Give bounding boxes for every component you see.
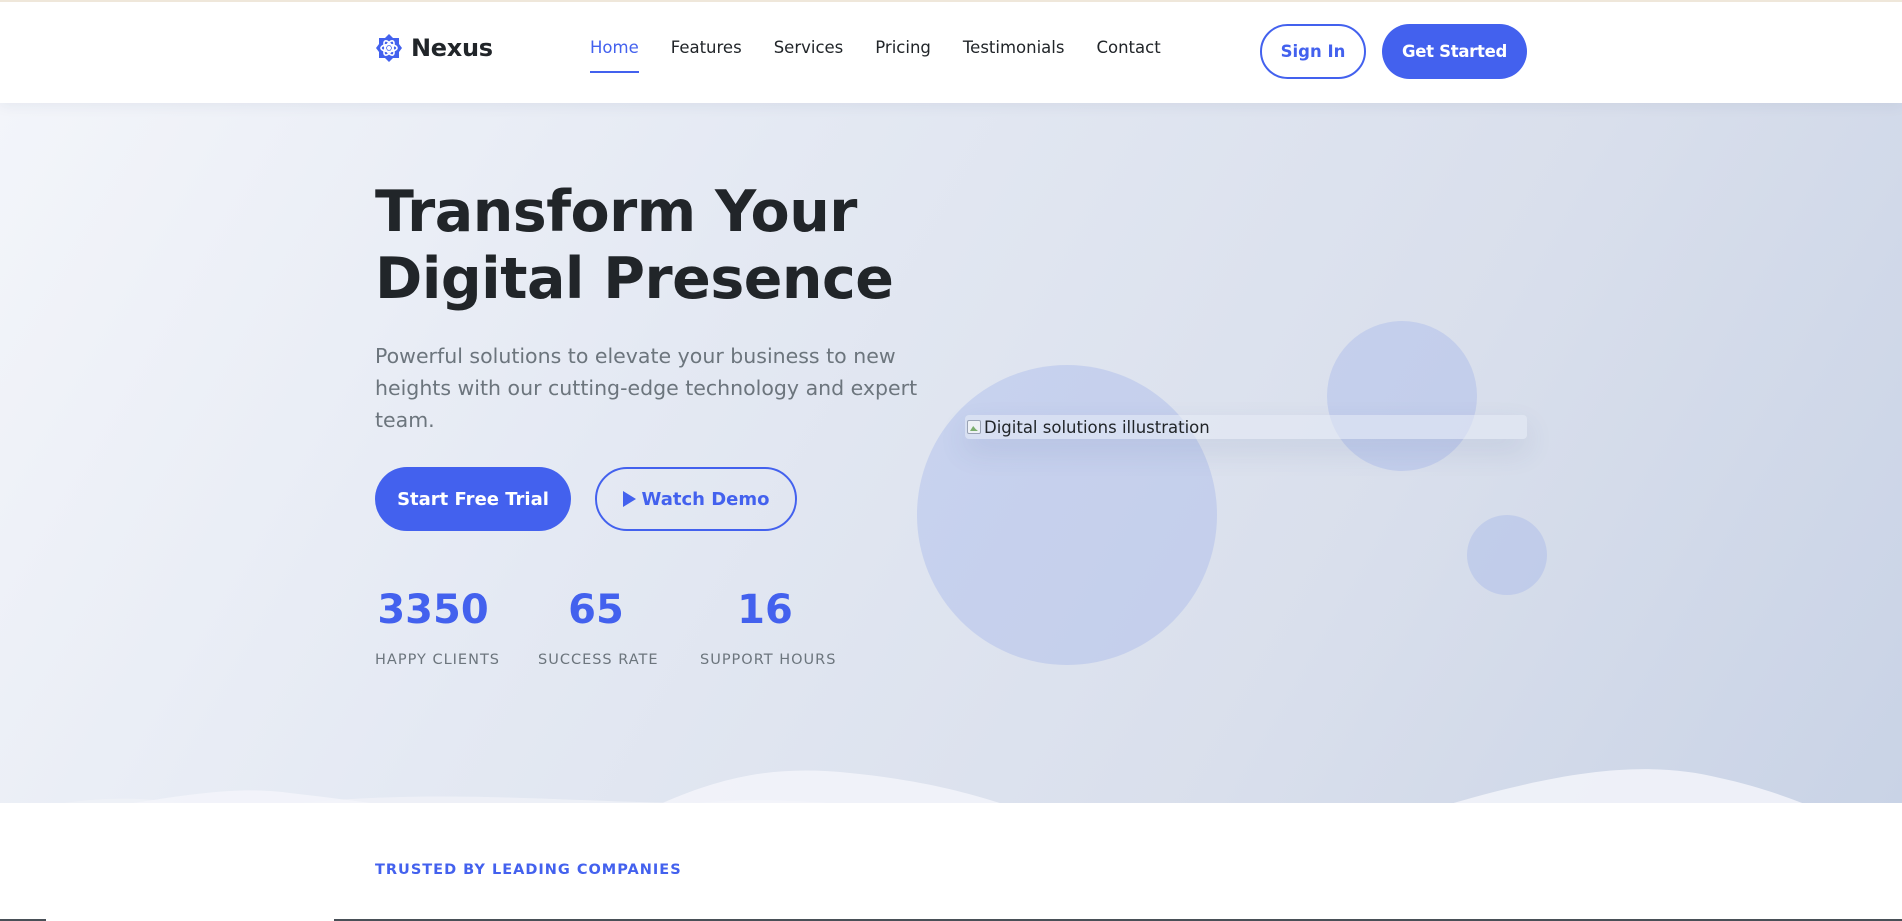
stat-value: 3350	[377, 587, 489, 633]
navbar: Nexus Home Features Services Pricing Tes…	[0, 0, 1902, 103]
get-started-button[interactable]: Get Started	[1382, 24, 1527, 79]
decorative-circle-medium	[1327, 321, 1477, 471]
gear-atom-icon	[375, 33, 403, 63]
brand-name: Nexus	[411, 34, 493, 62]
decorative-circle-small	[1467, 515, 1547, 595]
hero-illustration-image: Digital solutions illustration	[965, 415, 1527, 439]
hero-title-line-1: Transform Your	[375, 179, 857, 245]
hero-section: Transform Your Digital Presence Powerful…	[0, 103, 1902, 803]
nav-link-services[interactable]: Services	[774, 38, 844, 57]
nav-link-testimonials[interactable]: Testimonials	[963, 38, 1065, 57]
stat-success-rate: 65 SUCCESS RATE	[538, 586, 659, 668]
stat-happy-clients: 3350 HAPPY CLIENTS	[375, 586, 501, 668]
hero-subtitle: Powerful solutions to elevate your busin…	[375, 344, 918, 432]
hero-title: Transform Your Digital Presence	[375, 179, 894, 313]
watch-demo-label: Watch Demo	[641, 488, 770, 510]
hero-title-line-2: Digital Presence	[375, 246, 894, 312]
brand-logo-link[interactable]: Nexus	[375, 33, 493, 63]
stat-support-hours: 16 SUPPORT HOURS	[700, 586, 837, 668]
stat-label: HAPPY CLIENTS	[375, 652, 501, 668]
stat-label: SUPPORT HOURS	[700, 652, 837, 668]
stat-value: 65	[568, 587, 624, 633]
play-icon	[622, 491, 636, 507]
watch-demo-button[interactable]: Watch Demo	[595, 467, 797, 531]
sign-in-button[interactable]: Sign In	[1260, 24, 1366, 79]
decorative-circle-large	[917, 365, 1217, 665]
nav-link-pricing[interactable]: Pricing	[875, 38, 931, 57]
nav-link-contact[interactable]: Contact	[1096, 38, 1160, 57]
top-accent-line	[0, 0, 1902, 2]
nav-link-features[interactable]: Features	[671, 38, 742, 57]
stat-value: 16	[737, 587, 793, 633]
stat-label: SUCCESS RATE	[538, 652, 659, 668]
hero-wave-divider	[64, 769, 1803, 803]
main-nav: Home Features Services Pricing Testimoni…	[590, 38, 1193, 73]
broken-image-icon	[967, 420, 981, 434]
trusted-by-label: TRUSTED BY LEADING COMPANIES	[375, 862, 682, 878]
start-free-trial-button[interactable]: Start Free Trial	[375, 467, 571, 531]
nav-link-home[interactable]: Home	[590, 38, 639, 73]
hero-illustration-alt-text: Digital solutions illustration	[984, 417, 1210, 437]
